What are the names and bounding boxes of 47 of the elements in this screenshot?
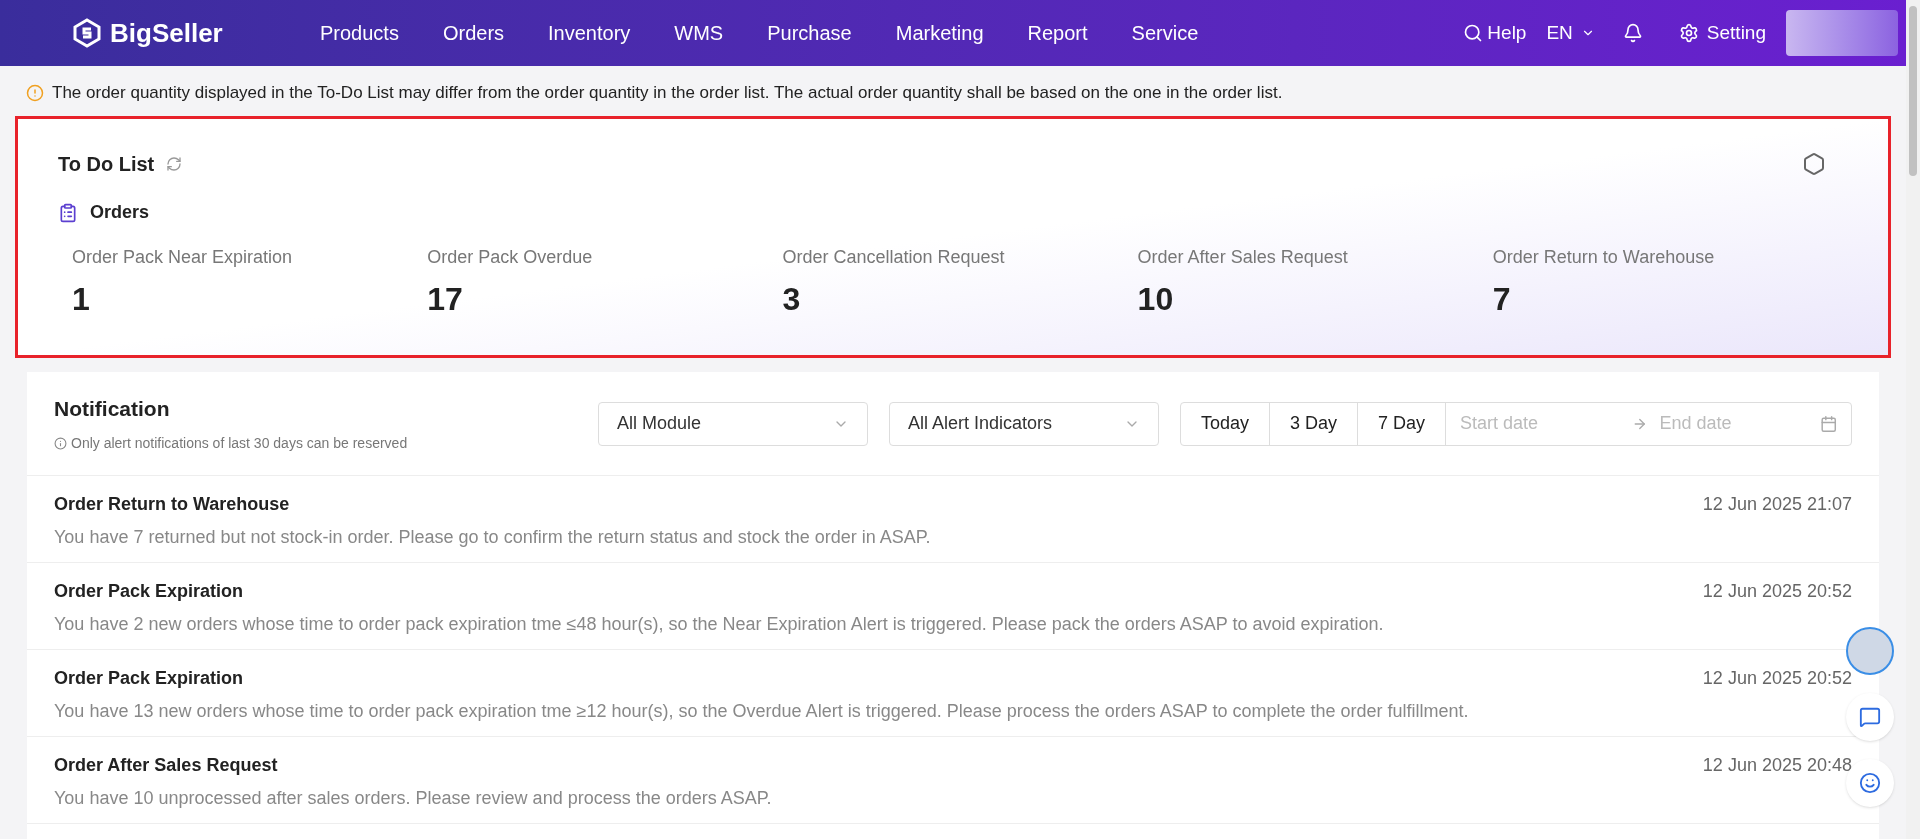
logo-icon [72, 18, 102, 48]
nav-menu-item[interactable]: Inventory [548, 18, 631, 48]
nav-menu-item[interactable]: Products [320, 18, 399, 48]
search-icon [1463, 23, 1484, 43]
nav-menu-item[interactable]: WMS [674, 18, 724, 48]
nav-menu-item[interactable]: Service [1131, 18, 1199, 48]
metric-item[interactable]: Order Return to Warehouse 7 [1492, 244, 1848, 323]
nav-menu-item[interactable]: Purchase [767, 18, 852, 48]
alert-indicator-select[interactable]: All Alert Indicators [888, 401, 1159, 446]
nav-menu-item[interactable]: Orders [442, 18, 505, 48]
smile-icon [1859, 772, 1881, 794]
hint-text: Only alert notifications of last 30 days can be reserved [71, 433, 408, 453]
metric-item[interactable]: Order After Sales Request 10 [1137, 244, 1493, 323]
nav-menu-item[interactable]: Report [1027, 18, 1088, 48]
scrollbar-thumb[interactable] [1909, 6, 1917, 176]
chat-icon [1859, 706, 1881, 728]
section-title: Orders [90, 201, 150, 224]
setting-button[interactable]: Setting [1678, 18, 1766, 48]
to-do-list-title: To Do List [58, 152, 155, 177]
logo-text: BigSeller [110, 16, 223, 50]
notification-item-title: Order Return to Warehouse [54, 493, 290, 516]
chat-button[interactable] [1846, 693, 1894, 741]
notification-time: 12 Jun 2025 20:52 [1702, 580, 1852, 603]
notification-time: 12 Jun 2025 20:52 [1702, 667, 1852, 690]
nav-menu-item[interactable]: Marketing [895, 18, 984, 48]
notification-message: You have 2 new orders whose time to order pack expiration tme ≤48 hour(s), so the Near Expiration Alert is triggered. Please pack the orders ASAP to avoid expiration. [54, 613, 1385, 636]
notification-message: You have 10 unprocessed after sales orders. Please review and process the orders ASAP. [54, 787, 773, 810]
notification-item-title: Order Pack Expiration [54, 580, 244, 603]
notification-message: You have 13 new orders whose time to order pack expiration tme ≥12 hour(s), so the Overdue Alert is triggered. Please process the orders ASAP to complete the order fulfillment. [54, 700, 1470, 723]
info-icon [54, 436, 67, 450]
metric-item[interactable]: Order Cancellation Request 3 [782, 244, 1138, 323]
notification-time: 12 Jun 2025 20:48 [1702, 754, 1852, 777]
notice-text: The order quantity displayed in the To-Do List may differ from the order quantity in the order list. The actual order quantity shall be based on the one in the order list. [52, 82, 1283, 105]
warning-icon [26, 84, 44, 102]
module-select[interactable]: All Module [597, 401, 868, 446]
notification-title: Notification [54, 396, 171, 423]
notification-item-title: Order Pack Expiration [54, 667, 244, 690]
metric-item[interactable]: Order Pack Overdue 17 [427, 244, 783, 323]
clipboard-icon [58, 202, 78, 223]
help-link[interactable]: Help [1463, 18, 1527, 48]
notification-item-title: Order After Sales Request [54, 754, 278, 777]
notification-message: You have 7 returned but not stock-in order. Please go to confirm the return status and stock the order in ASAP. [54, 526, 932, 549]
metric-item[interactable]: Order Pack Near Expiration 1 [72, 244, 428, 323]
language-selector[interactable]: EN [1546, 18, 1595, 48]
notification-bell-icon[interactable] [1622, 23, 1643, 43]
notification-time: 12 Jun 2025 21:07 [1702, 493, 1852, 516]
refresh-icon[interactable] [166, 156, 183, 172]
